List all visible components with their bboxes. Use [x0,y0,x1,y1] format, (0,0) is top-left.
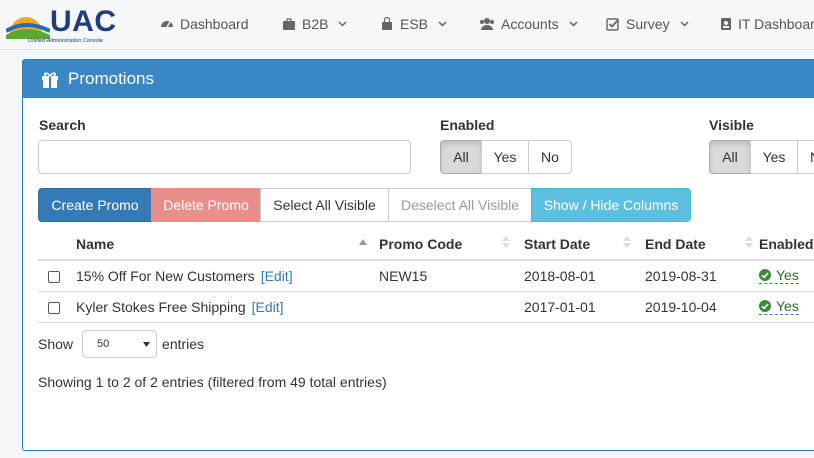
chevron-down-icon [569,21,578,27]
chevron-down-icon [680,21,689,27]
entries-label: entries [162,336,205,352]
visible-filter-group: All Yes No [709,140,814,174]
enabled-status[interactable]: Yes [759,267,799,285]
promo-name-cell: 15% Off For New Customers [Edit] [76,260,379,292]
end-date-cell: 2019-10-04 [645,291,759,323]
top-navbar: UAC Unified Administration Console Dashb… [0,0,814,50]
promo-code-cell [379,291,524,323]
nav-survey[interactable]: Survey [606,16,689,32]
enabled-filter-label: Enabled [440,117,495,133]
uac-logo[interactable]: UAC Unified Administration Console [6,5,126,45]
caret-down-icon [143,341,151,347]
nav-dashboard[interactable]: Dashboard [160,16,249,32]
sort-icon [623,236,631,248]
briefcase-icon [283,18,295,30]
action-toolbar: Create Promo Delete Promo Select All Vis… [38,188,691,222]
visible-filter-label: Visible [709,117,754,133]
end-date-cell: 2019-08-31 [645,260,759,292]
enabled-no-button[interactable]: No [528,140,572,174]
column-header-name[interactable]: Name [76,228,379,261]
brand-subtitle: Unified Administration Console [28,38,103,44]
sort-icon [502,236,510,248]
edit-link[interactable]: [Edit] [261,268,293,284]
column-header-enabled[interactable]: Enabled [759,228,814,261]
column-header-start-date-label: Start Date [524,235,591,252]
visible-all-button[interactable]: All [709,140,751,174]
enabled-filter-group: All Yes No [440,140,572,174]
enabled-status[interactable]: Yes [759,298,799,315]
promotions-panel: Promotions Search Enabled All Yes No Vis… [22,59,814,451]
enabled-cell: Yes [759,291,814,323]
column-header-end-date[interactable]: End Date [645,228,759,261]
nav-survey-label: Survey [626,16,670,32]
sort-asc-icon [359,239,367,245]
search-label: Search [39,117,86,133]
nav-dashboard-label: Dashboard [180,16,249,32]
gift-icon [42,71,58,88]
search-input[interactable] [38,140,411,174]
column-header-end-date-label: End Date [645,235,706,252]
brand-name: UAC [50,5,117,38]
delete-promo-button[interactable]: Delete Promo [151,188,261,222]
nav-esb-label: ESB [400,16,429,32]
create-promo-button[interactable]: Create Promo [38,188,152,222]
column-header-promo-code-label: Promo Code [379,235,463,252]
nav-it-dashboard-label: IT Dashboard [738,16,814,32]
row-checkbox[interactable] [48,301,60,314]
nav-accounts-label: Accounts [501,16,559,32]
column-header-start-date[interactable]: Start Date [524,228,645,261]
select-column-header [38,228,76,261]
start-date-cell: 2017-01-01 [524,291,645,323]
visible-no-button[interactable]: No [797,140,814,174]
table-row[interactable]: 15% Off For New Customers [Edit] NEW15 20… [38,260,814,292]
id-badge-icon [721,18,731,30]
enabled-status-label: Yes [776,267,799,284]
edit-link[interactable]: [Edit] [252,299,284,315]
check-circle-icon [759,300,771,312]
visible-yes-button[interactable]: Yes [750,140,798,174]
nav-it-dashboard[interactable]: IT Dashboard [720,16,814,32]
nav-accounts[interactable]: Accounts [479,16,578,32]
nav-b2b[interactable]: B2B [282,16,347,32]
column-header-name-label: Name [76,235,115,252]
enabled-all-button[interactable]: All [440,140,482,174]
nav-b2b-label: B2B [302,16,329,32]
promotions-table: Name Promo Code Start Date End Date Enab… [38,228,814,323]
shopping-bag-icon [382,17,392,30]
panel-title: Promotions [68,69,154,88]
row-select-cell [38,291,76,323]
page-size-value: 50 [97,338,110,350]
page-size-select[interactable]: 50 [82,330,158,358]
check-circle-icon [759,269,771,282]
show-label: Show [38,336,74,352]
promo-name-cell: Kyler Stokes Free Shipping [Edit] [76,291,379,323]
enabled-cell: Yes [759,260,814,292]
promo-name: Kyler Stokes Free Shipping [76,298,246,315]
select-all-visible-button[interactable]: Select All Visible [260,188,389,222]
table-info: Showing 1 to 2 of 2 entries (filtered fr… [38,374,387,390]
sunrise-logo-icon [6,17,50,39]
enabled-status-label: Yes [776,298,799,314]
table-row[interactable]: Kyler Stokes Free Shipping [Edit] 2017-01… [38,291,814,323]
promo-code-cell: NEW15 [379,260,524,292]
enabled-yes-button[interactable]: Yes [481,140,529,174]
deselect-all-visible-button[interactable]: Deselect All Visible [388,188,532,222]
show-hide-columns-button[interactable]: Show / Hide Columns [531,188,691,222]
row-select-cell [38,260,76,292]
column-header-promo-code[interactable]: Promo Code [379,228,524,261]
panel-heading: Promotions [23,60,814,98]
checkbox-icon [606,18,620,31]
chevron-down-icon [438,21,447,27]
sort-icon [745,236,753,248]
dashboard-icon [161,21,173,28]
table-header-row: Name Promo Code Start Date End Date Enab… [38,228,814,261]
chevron-down-icon [338,21,347,27]
promo-name: 15% Off For New Customers [76,267,255,284]
start-date-cell: 2018-08-01 [524,260,645,292]
column-header-enabled-label: Enabled [759,235,814,252]
page-size-control: Show 50 entries [38,330,204,358]
nav-esb[interactable]: ESB [380,16,447,32]
row-checkbox[interactable] [48,271,60,284]
users-icon [480,18,494,30]
